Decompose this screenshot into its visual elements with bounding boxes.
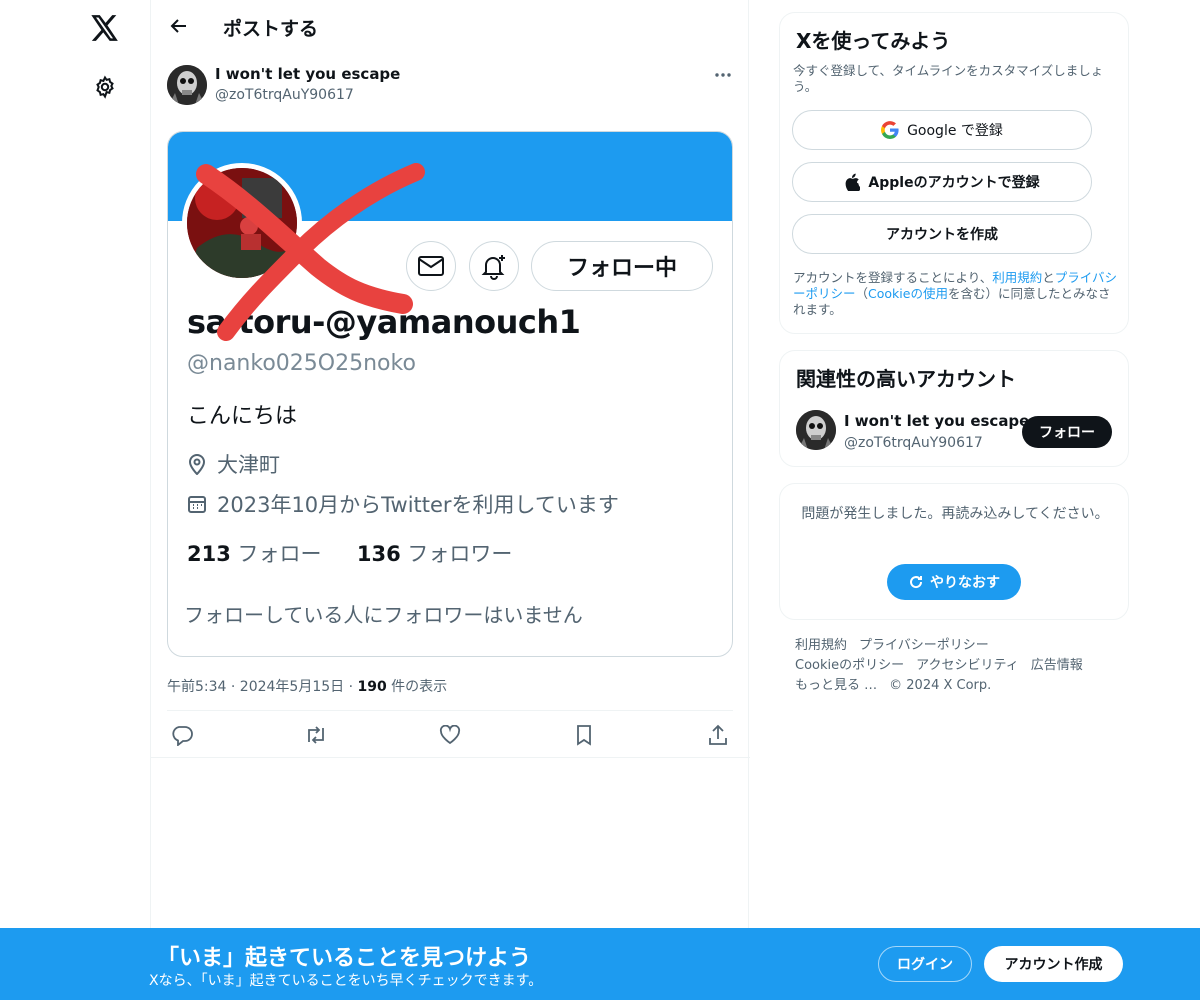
signup-button[interactable]: アカウント作成 — [984, 946, 1123, 982]
post-image[interactable]: フォロー中 sa.toru-@yamanouch1 @nanko025O25no… — [167, 131, 733, 657]
legal-text-part: （ — [855, 286, 869, 301]
footer-link-cookie[interactable]: Cookieのポリシー — [795, 658, 904, 673]
apple-label: Appleのアカウントで登録 — [868, 175, 1040, 191]
related-title: 関連性の高いアカウント — [796, 367, 1016, 391]
google-signup-button[interactable]: Google で登録 — [792, 110, 1092, 150]
author-name[interactable]: I won't let you escape — [215, 65, 400, 83]
post-meta: 午前5:34 · 2024年5月15日 · 190 件の表示 — [167, 676, 447, 696]
like-icon[interactable] — [436, 721, 464, 749]
signup-title: Xを使ってみよう — [796, 29, 951, 53]
left-nav — [0, 0, 150, 1000]
error-card: 問題が発生しました。再読み込みしてください。 やりなおす — [779, 483, 1129, 620]
footer-links: 利用規約 プライバシーポリシー Cookieのポリシー アクセシビリティ 広告情報 も… — [795, 636, 1125, 696]
repost-icon[interactable] — [302, 721, 330, 749]
google-icon — [881, 121, 899, 139]
views-label: 件の表示 — [386, 679, 448, 695]
apple-icon — [846, 173, 861, 191]
footer-link-terms[interactable]: 利用規約 — [795, 638, 847, 653]
apple-signup-button[interactable]: Appleのアカウントで登録 — [792, 162, 1092, 202]
footer-copyright: © 2024 X Corp. — [889, 678, 992, 693]
reply-icon[interactable] — [168, 721, 196, 749]
cookie-link[interactable]: Cookieの使用 — [868, 286, 948, 301]
related-handle[interactable]: @zoT6trqAuY90617 — [844, 435, 983, 451]
legal-text-part: アカウントを登録することにより、 — [793, 270, 993, 285]
google-label: Google — [907, 123, 957, 139]
more-options-icon[interactable] — [709, 64, 737, 86]
footer-link-ads[interactable]: 広告情報 — [1031, 658, 1083, 673]
google-label-rest: で登録 — [956, 123, 1003, 139]
bottom-bar-title: 「いま」起きていることを見つけよう — [157, 946, 532, 971]
footer-link-more[interactable]: もっと見る … — [795, 678, 877, 693]
footer-link-privacy[interactable]: プライバシーポリシー — [859, 638, 989, 653]
terms-link[interactable]: 利用規約 — [992, 270, 1042, 285]
post-timestamp[interactable]: 午前5:34 · 2024年5月15日 · — [167, 679, 358, 695]
red-x-scribble — [196, 163, 425, 341]
page-title: ポストする — [223, 18, 319, 40]
author-handle[interactable]: @zoT6trqAuY90617 — [215, 87, 354, 103]
divider — [151, 757, 750, 758]
create-account-label: アカウントを作成 — [886, 227, 998, 243]
refresh-icon — [910, 576, 923, 589]
legal-text: アカウントを登録することにより、利用規約とプライバシーポリシー（Cookieの使… — [793, 270, 1121, 318]
bottom-bar-subtitle: Xなら、「いま」起きていることをいち早くチェックできます。 — [149, 973, 543, 989]
retry-button[interactable]: やりなおす — [887, 564, 1021, 600]
login-button[interactable]: ログイン — [878, 946, 972, 982]
related-avatar[interactable] — [796, 410, 836, 450]
divider — [167, 710, 733, 711]
retry-label: やりなおす — [930, 575, 1000, 591]
footer-link-accessibility[interactable]: アクセシビリティ — [916, 658, 1019, 673]
related-name[interactable]: I won't let you escape — [844, 412, 1029, 430]
back-arrow-icon[interactable] — [161, 8, 197, 44]
views-count: 190 — [357, 679, 387, 695]
error-message: 問題が発生しました。再読み込みしてください。 — [801, 506, 1109, 522]
main-column: ポストする I won't let you escape @zoT6trqAuY… — [150, 0, 750, 1000]
follow-button[interactable]: フォロー — [1022, 416, 1112, 448]
signup-subtitle: 今すぐ登録して、タイムラインをカスタマイズしましょう。 — [793, 63, 1104, 94]
share-icon[interactable] — [704, 721, 732, 749]
gear-icon[interactable] — [80, 62, 130, 112]
related-accounts-card: 関連性の高いアカウント I won't let you escape @zoT6… — [779, 350, 1129, 467]
author-avatar[interactable] — [167, 65, 207, 105]
x-logo-icon[interactable] — [80, 3, 130, 53]
bookmark-icon[interactable] — [570, 721, 598, 749]
create-account-button[interactable]: アカウントを作成 — [792, 214, 1092, 254]
signup-card: Xを使ってみよう 今すぐ登録して、タイムラインをカスタマイズしましょう。 Goo… — [779, 12, 1129, 334]
legal-text-part: と — [1042, 270, 1055, 285]
